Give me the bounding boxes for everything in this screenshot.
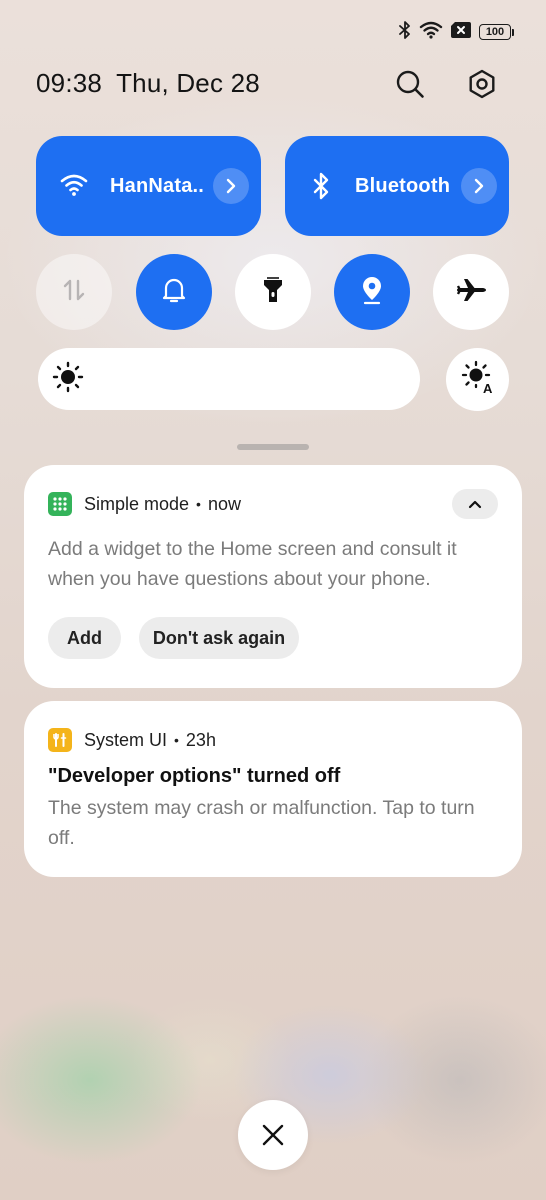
auto-brightness-icon: A [461,360,495,399]
notification-app-name: System UI [84,729,168,750]
wifi-icon [419,21,443,44]
auto-brightness-button[interactable]: A [446,348,509,411]
header-datetime: 09:38 Thu, Dec 28 [36,68,260,99]
notification-body: The system may crash or malfunction. Tap… [48,797,475,849]
notification-app-name: Simple mode [84,493,190,514]
notification-system-ui[interactable]: System UI • 23h "Developer options" turn… [24,701,522,877]
mobile-data-toggle[interactable] [36,254,112,330]
brightness-slider[interactable] [38,348,420,410]
airplane-icon [455,277,487,308]
bluetooth-details-button[interactable] [461,168,497,204]
chevron-up-icon [468,500,482,509]
bluetooth-tile-label: Bluetooth [355,175,451,197]
airplane-mode-toggle[interactable] [433,254,509,330]
bell-icon [161,276,187,309]
tools-icon [53,733,67,747]
location-pin-icon [360,275,384,310]
date-label: Thu, Dec 28 [116,68,260,98]
wifi-tile-label: HanNata.. [110,175,205,197]
notification-time: now [207,493,241,514]
close-icon [262,1124,284,1146]
svg-text:A: A [483,381,493,394]
wifi-tile[interactable]: HanNata.. [36,136,261,236]
battery-icon: 100 [479,24,514,40]
separator-dot: • [196,496,201,512]
add-button[interactable]: Add [48,617,121,659]
sim-off-icon [451,21,471,43]
bluetooth-tile[interactable]: Bluetooth [285,136,509,236]
settings-button[interactable] [458,62,506,110]
bluetooth-icon [313,172,329,205]
simple-mode-app-icon [48,492,72,516]
bluetooth-icon [399,20,411,44]
notification-title: "Developer options" turned off [48,765,341,787]
grid-icon [53,497,67,511]
gear-icon [467,69,497,104]
collapse-button[interactable] [452,489,498,519]
close-panel-button[interactable] [238,1100,308,1170]
location-toggle[interactable] [334,254,410,330]
data-arrows-icon [61,277,87,308]
search-button[interactable] [386,62,434,110]
chevron-right-icon [226,178,236,194]
flashlight-toggle[interactable] [235,254,311,330]
battery-level: 100 [479,24,511,40]
sun-icon [52,361,84,398]
clock-time: 09:38 [36,68,103,98]
separator-dot: • [174,732,179,748]
wifi-icon [60,173,88,202]
notification-time: 23h [185,729,216,750]
chevron-right-icon [474,178,484,194]
wifi-details-button[interactable] [213,168,249,204]
notification-simple-mode[interactable]: Simple mode • now Add a widget to the Ho… [24,465,522,688]
ring-mode-toggle[interactable] [136,254,212,330]
notification-header: Simple mode • now [48,492,241,516]
notification-body: Add a widget to the Home screen and cons… [48,538,457,590]
search-icon [395,69,425,104]
system-ui-app-icon [48,728,72,752]
flashlight-icon [262,276,284,309]
status-bar: 100 [399,18,514,46]
notification-header: System UI • 23h [48,728,216,752]
panel-drag-handle[interactable] [237,444,309,450]
dont-ask-again-button[interactable]: Don't ask again [139,617,299,659]
